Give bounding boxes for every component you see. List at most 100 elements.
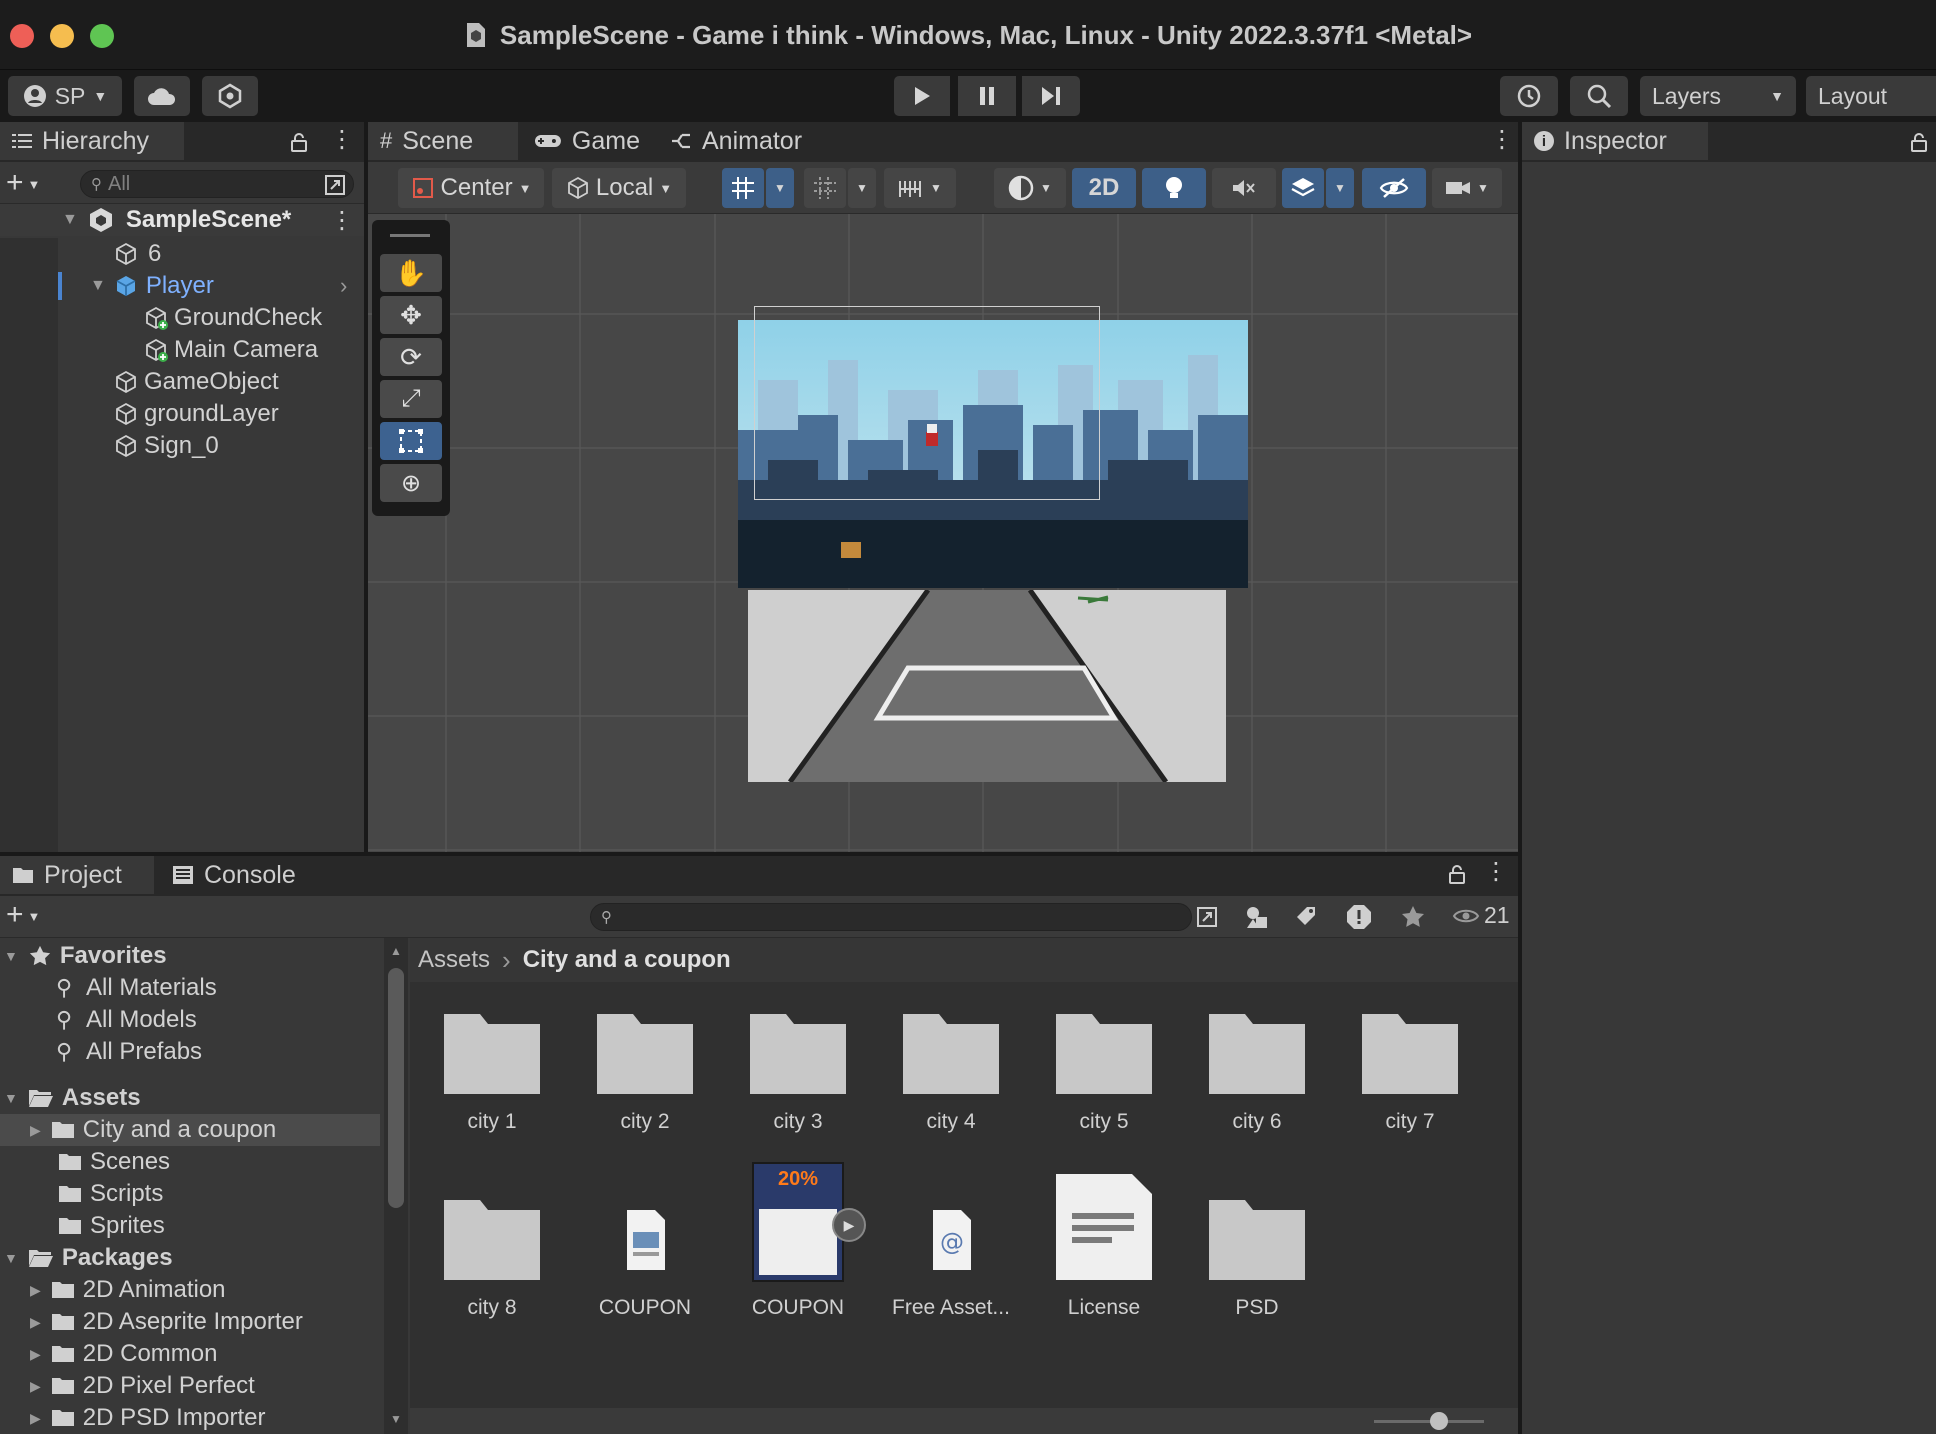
- tab-hierarchy[interactable]: Hierarchy: [0, 122, 184, 160]
- chevron-right-icon[interactable]: ›: [340, 273, 347, 299]
- package-item[interactable]: ▶ 2D Aseprite Importer: [0, 1306, 303, 1338]
- layout-dropdown[interactable]: Layout: [1806, 76, 1936, 116]
- hand-tool-button[interactable]: ✋: [380, 254, 442, 292]
- pivot-space-dropdown[interactable]: Local ▼: [552, 168, 686, 208]
- filter-by-log-type-icon[interactable]: [1346, 904, 1372, 930]
- scroll-down-arrow-icon[interactable]: ▼: [390, 1412, 402, 1426]
- asset-folder[interactable]: PSD: [1187, 1196, 1327, 1320]
- asset-folder[interactable]: city 2: [575, 1010, 715, 1134]
- asset-folder[interactable]: city 6: [1187, 1010, 1327, 1134]
- favorite-item[interactable]: ⚲ All Materials: [0, 972, 217, 1004]
- services-button[interactable]: [202, 76, 258, 116]
- tab-scene[interactable]: # Scene: [368, 122, 518, 160]
- hierarchy-item[interactable]: Main Camera: [0, 334, 364, 366]
- tab-game[interactable]: Game: [522, 122, 652, 160]
- tab-animator[interactable]: Animator: [658, 122, 818, 160]
- effects-toggle[interactable]: [1282, 168, 1324, 208]
- project-search-field[interactable]: ⚲: [590, 903, 1192, 931]
- scale-tool-button[interactable]: ⤢: [380, 380, 442, 418]
- transform-tool-button[interactable]: ⊕: [380, 464, 442, 502]
- shading-mode-dropdown[interactable]: ▼: [994, 168, 1066, 208]
- folder-tree-scrollbar[interactable]: ▲ ▼: [384, 938, 408, 1434]
- tool-palette-handle[interactable]: [390, 234, 430, 237]
- search-button[interactable]: [1570, 76, 1628, 116]
- ruler-button[interactable]: ▼: [884, 168, 956, 208]
- hierarchy-scene-row[interactable]: ▼ SampleScene* ⋮: [0, 204, 364, 236]
- scene-visibility-toggle[interactable]: [1362, 168, 1426, 208]
- hidden-packages-toggle[interactable]: 21: [1452, 902, 1510, 929]
- folder-tree-item[interactable]: Sprites: [0, 1210, 165, 1242]
- add-object-button[interactable]: + ▼: [6, 168, 40, 198]
- asset-folder[interactable]: city 1: [422, 1010, 562, 1134]
- asset-coupon-image[interactable]: 20% COUPON ▶: [728, 1162, 868, 1320]
- grid-snap-dropdown[interactable]: ▼: [766, 168, 794, 208]
- kebab-menu-icon[interactable]: ⋮: [1490, 128, 1514, 152]
- audio-toggle[interactable]: [1212, 168, 1276, 208]
- scrollbar-thumb[interactable]: [388, 968, 404, 1208]
- favorite-star-icon[interactable]: [1400, 904, 1426, 930]
- package-item[interactable]: ▶ 2D Animation: [0, 1274, 226, 1306]
- lighting-toggle[interactable]: [1142, 168, 1206, 208]
- account-dropdown[interactable]: SP ▼: [8, 76, 122, 116]
- hierarchy-item[interactable]: 6: [0, 238, 364, 270]
- camera-dropdown[interactable]: ▼: [1432, 168, 1502, 208]
- tab-project[interactable]: Project: [0, 856, 154, 894]
- tab-console[interactable]: Console: [160, 856, 310, 894]
- asset-folder[interactable]: city 7: [1340, 1010, 1480, 1134]
- favorite-item[interactable]: ⚲ All Prefabs: [0, 1036, 202, 1068]
- package-item[interactable]: ▶ 2D PSD Importer: [0, 1402, 266, 1434]
- package-item[interactable]: ▶ 2D Common: [0, 1338, 218, 1370]
- lock-icon[interactable]: [1448, 864, 1466, 884]
- asset-web-document[interactable]: @ Free Asset...: [881, 1196, 1021, 1320]
- search-scope-icon[interactable]: [1196, 906, 1218, 928]
- breadcrumb-assets[interactable]: Assets: [418, 946, 490, 974]
- filter-by-label-icon[interactable]: [1294, 904, 1318, 928]
- tab-inspector[interactable]: i Inspector: [1522, 122, 1708, 160]
- hierarchy-item[interactable]: Sign_0: [0, 430, 364, 462]
- hierarchy-item[interactable]: GroundCheck: [0, 302, 364, 334]
- pivot-mode-dropdown[interactable]: Center ▼: [398, 168, 544, 208]
- hierarchy-item[interactable]: groundLayer: [0, 398, 364, 430]
- asset-folder[interactable]: city 8: [422, 1196, 562, 1320]
- play-button[interactable]: [894, 76, 950, 116]
- hierarchy-item-player[interactable]: ▼ Player ›: [0, 270, 364, 302]
- increment-snap-dropdown[interactable]: ▼: [848, 168, 876, 208]
- folder-tree-item-selected[interactable]: ▶ City and a coupon: [0, 1114, 380, 1146]
- rect-tool-button[interactable]: [380, 422, 442, 460]
- asset-folder[interactable]: city 3: [728, 1010, 868, 1134]
- scroll-up-arrow-icon[interactable]: ▲: [390, 944, 402, 958]
- favorites-header[interactable]: ▼ Favorites: [0, 940, 167, 972]
- play-circle-icon[interactable]: ▶: [832, 1208, 866, 1242]
- lock-icon[interactable]: [1910, 132, 1928, 152]
- package-item[interactable]: ▶ 2D Pixel Perfect: [0, 1370, 255, 1402]
- cloud-button[interactable]: [134, 76, 190, 116]
- increment-snap-button[interactable]: [804, 168, 846, 208]
- filter-by-type-icon[interactable]: [1244, 904, 1270, 930]
- assets-header[interactable]: ▼ Assets: [0, 1082, 141, 1114]
- rotate-tool-button[interactable]: ⟳: [380, 338, 442, 376]
- asset-document[interactable]: COUPON: [575, 1196, 715, 1320]
- pause-button[interactable]: [958, 76, 1016, 116]
- kebab-menu-icon[interactable]: ⋮: [330, 206, 354, 235]
- mode-2d-toggle[interactable]: 2D: [1072, 168, 1136, 208]
- asset-folder[interactable]: city 4: [881, 1010, 1021, 1134]
- icon-size-slider-thumb[interactable]: [1430, 1412, 1448, 1430]
- scene-canvas[interactable]: ✋ ✥ ⟳ ⤢ ⊕: [368, 214, 1518, 852]
- lock-icon[interactable]: [290, 132, 308, 152]
- layers-dropdown[interactable]: Layers ▼: [1640, 76, 1796, 116]
- scene-visibility-icon[interactable]: [324, 174, 346, 196]
- grid-snap-button[interactable]: [722, 168, 764, 208]
- packages-header[interactable]: ▼ Packages: [0, 1242, 173, 1274]
- create-asset-button[interactable]: + ▼: [6, 900, 40, 930]
- effects-dropdown[interactable]: ▼: [1326, 168, 1354, 208]
- kebab-menu-icon[interactable]: ⋮: [330, 128, 354, 152]
- hierarchy-search-field[interactable]: ⚲ All: [80, 170, 354, 198]
- undo-history-button[interactable]: [1500, 76, 1558, 116]
- kebab-menu-icon[interactable]: ⋮: [1484, 860, 1508, 884]
- icon-size-slider-track[interactable]: [1374, 1420, 1484, 1423]
- folder-tree-item[interactable]: Scenes: [0, 1146, 170, 1178]
- step-button[interactable]: [1022, 76, 1080, 116]
- folder-tree-item[interactable]: Scripts: [0, 1178, 163, 1210]
- favorite-item[interactable]: ⚲ All Models: [0, 1004, 197, 1036]
- hierarchy-item[interactable]: GameObject: [0, 366, 364, 398]
